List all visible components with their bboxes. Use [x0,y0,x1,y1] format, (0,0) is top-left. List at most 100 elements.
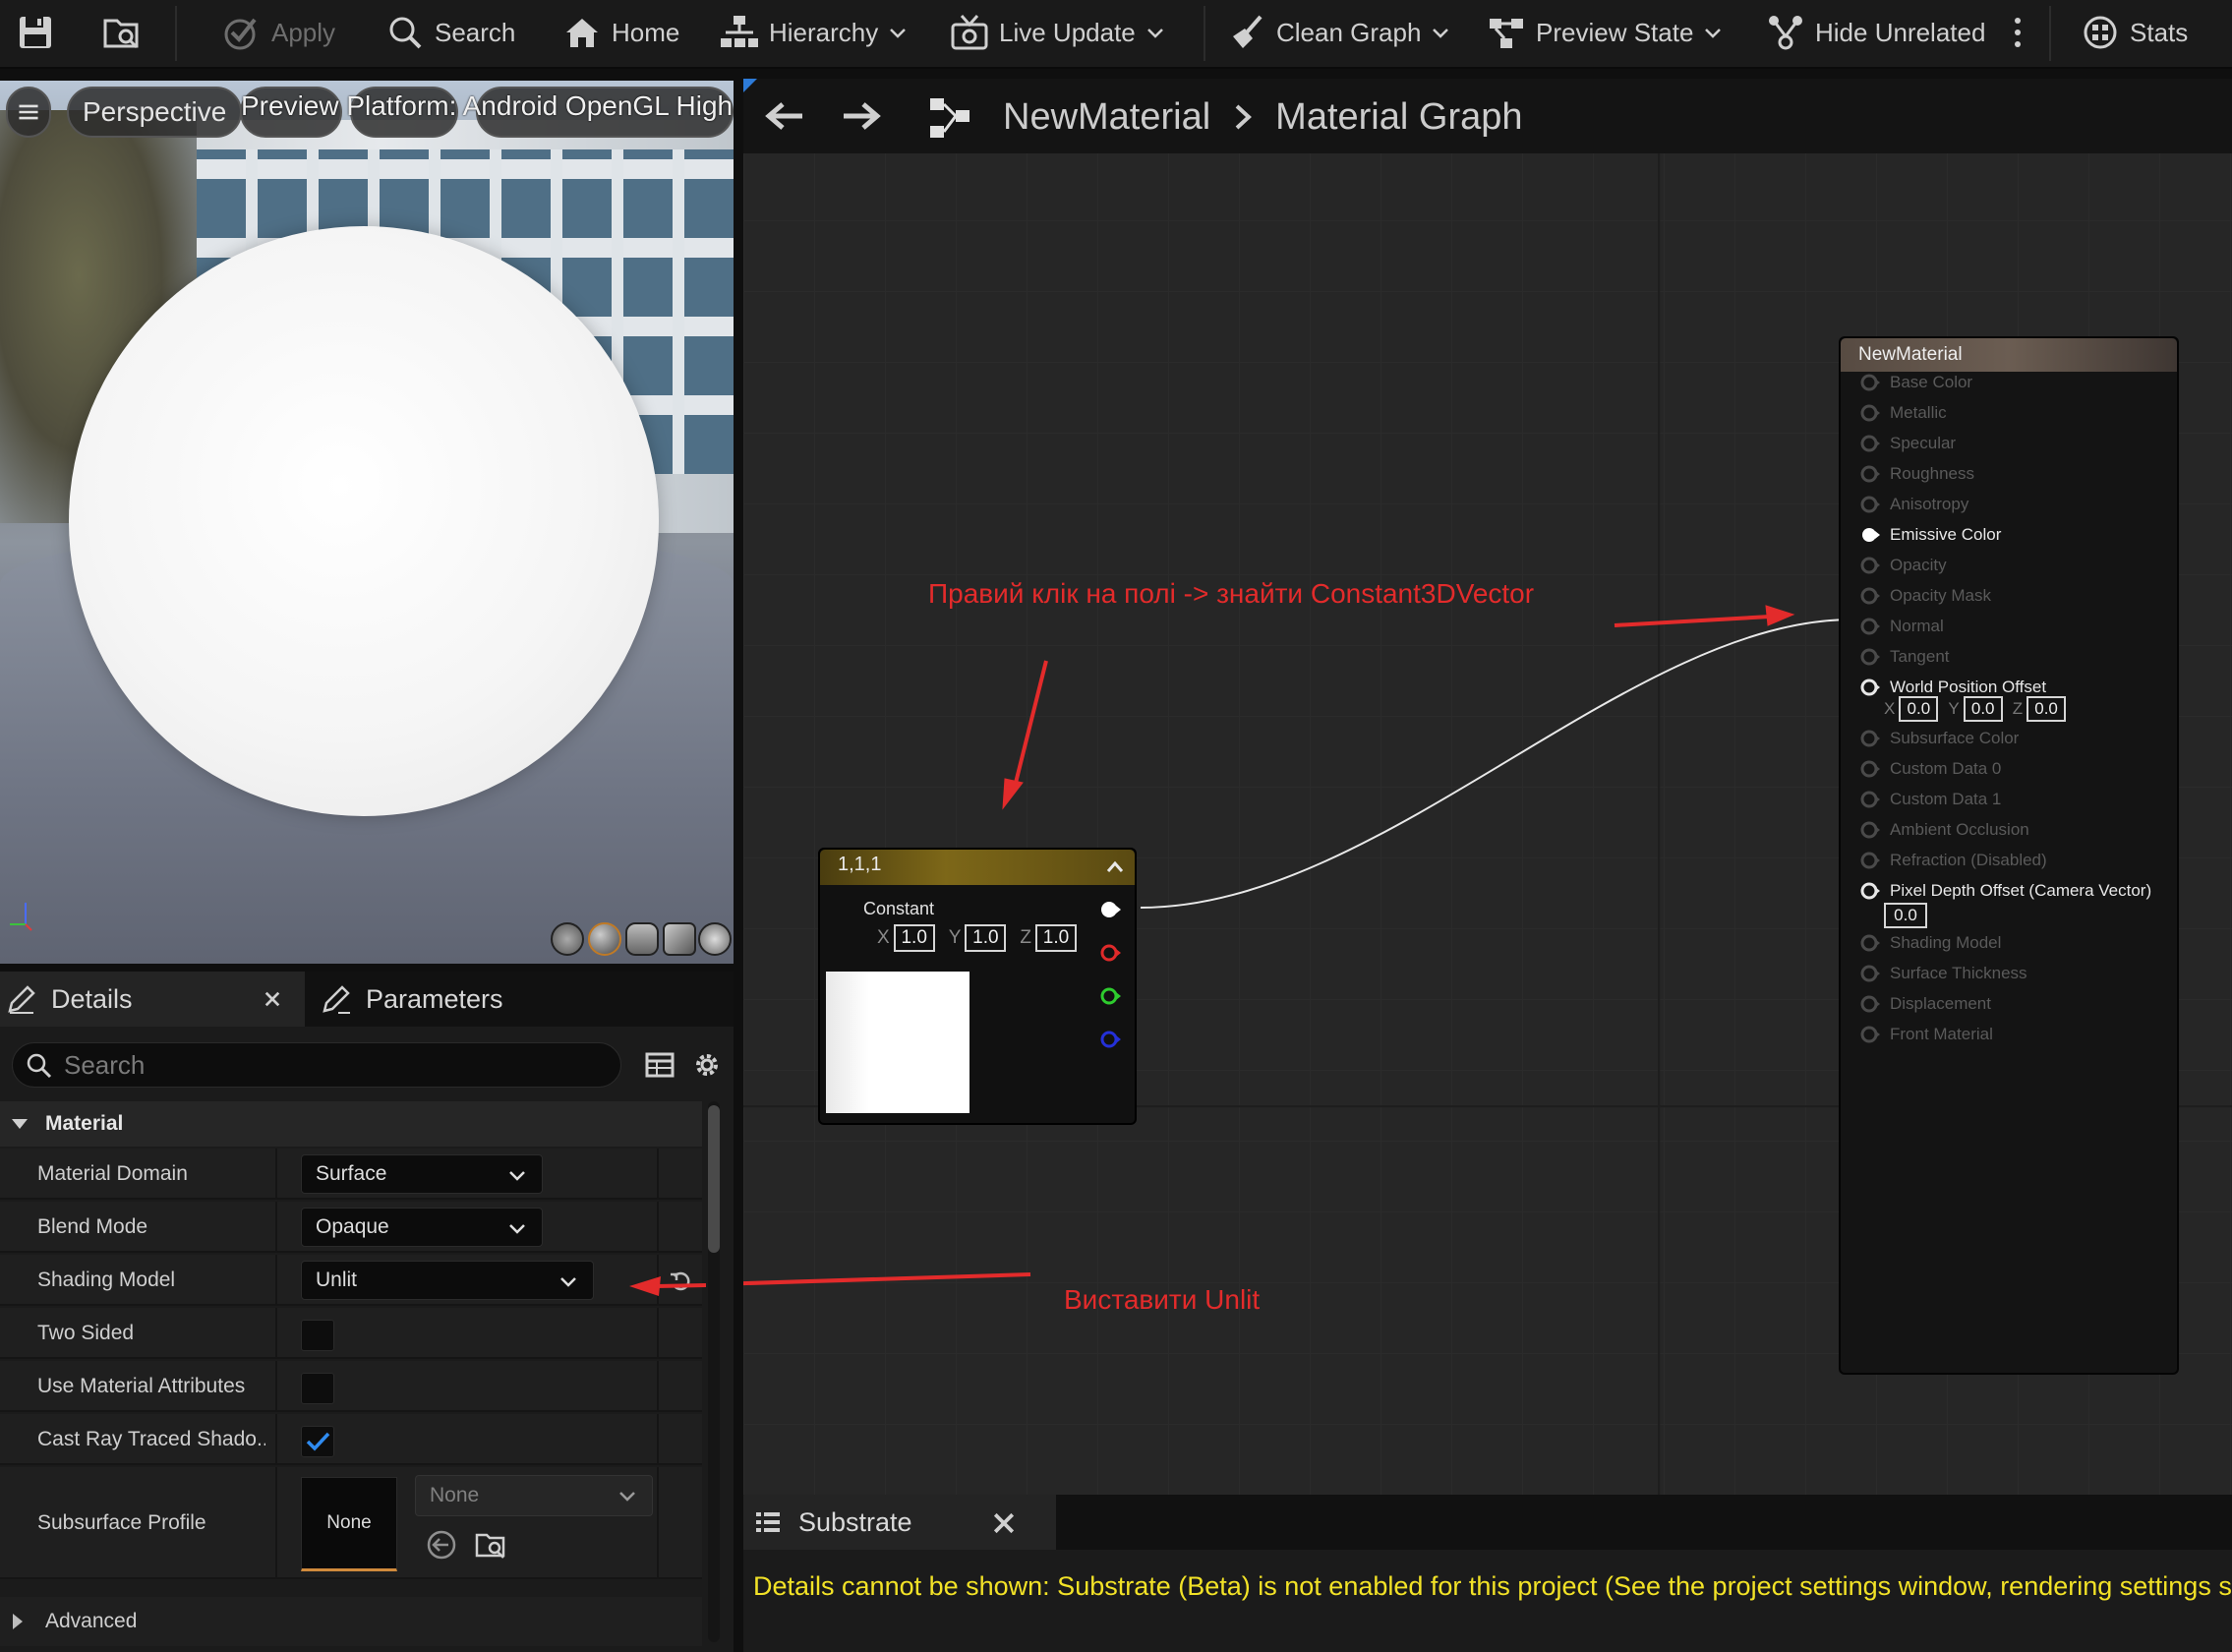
constant-x-input[interactable]: 1.0 [893,924,935,952]
toolbar-separator [175,6,177,61]
settings-gear-icon[interactable] [690,1048,724,1082]
cast-ray-traced-shadows-checkbox[interactable] [301,1426,334,1457]
result-pin[interactable]: Subsurface Color [1858,724,2019,753]
preview-viewport[interactable]: Perspective Preview Platform: Android Op… [0,81,734,964]
output-pin-rgb[interactable] [1099,899,1121,920]
axis-y-label: Y [948,927,962,948]
wpo-z-input[interactable]: 0.0 [2026,696,2067,722]
live-update-button[interactable]: Live Update [950,0,1165,65]
subsurface-profile-thumbnail[interactable]: None [301,1477,397,1571]
chevron-down-icon [890,29,907,38]
input-pin-icon [1860,557,1880,574]
material-category-header[interactable]: Material [0,1101,702,1147]
preview-platform-text: Preview Platform: Android OpenGL High [241,90,734,121]
preview-cube-button[interactable] [663,922,696,956]
preview-plane-button[interactable] [625,922,659,956]
result-pin[interactable]: Metallic [1858,398,1947,428]
preview-mesh-button[interactable] [698,922,732,956]
tab-details[interactable]: Details [0,972,305,1027]
use-selected-asset-icon[interactable] [425,1528,458,1562]
result-pin[interactable]: Opacity Mask [1858,581,1991,611]
result-pin[interactable]: Roughness [1858,459,1974,489]
table-view-icon[interactable] [643,1048,676,1082]
preview-sphere-button[interactable] [588,922,621,956]
save-button[interactable] [16,0,65,65]
substrate-tabbar: Substrate [743,1495,2232,1550]
clean-graph-button[interactable]: Clean Graph [1227,0,1450,65]
triangle-down-icon [12,1119,28,1129]
tab-substrate-label: Substrate [798,1506,912,1537]
checkmark-icon [306,1432,330,1451]
home-icon [566,19,598,47]
result-pin[interactable]: Anisotropy [1858,490,1968,519]
toolbar-separator [1204,6,1205,61]
result-pin[interactable]: Custom Data 0 [1858,754,2001,784]
close-icon[interactable] [989,1508,1019,1538]
browse-button[interactable] [102,0,151,65]
search-icon [27,1053,52,1079]
result-pin[interactable]: Tangent [1858,642,1950,672]
shading-model-dropdown[interactable]: Unlit [301,1261,594,1300]
output-pin-r[interactable] [1099,942,1121,964]
advanced-section-header[interactable]: Advanced [0,1597,702,1646]
result-pin[interactable]: Emissive Color [1858,520,2001,550]
hide-unrelated-button[interactable]: Hide Unrelated [1766,0,1985,65]
perspective-button[interactable]: Perspective [67,87,243,138]
details-scrollbar[interactable] [708,1101,720,1642]
pixel-depth-offset-field: 0.0 [1880,903,1937,928]
result-pin[interactable]: Specular [1858,429,1956,458]
subsurface-profile-dropdown[interactable]: None [415,1475,653,1516]
pdo-input[interactable]: 0.0 [1884,903,1927,928]
output-pin-g[interactable] [1099,985,1121,1007]
apply-button[interactable]: Apply [222,0,335,65]
tab-substrate[interactable]: Substrate [743,1495,1056,1550]
result-pin[interactable]: Displacement [1858,989,1991,1019]
blend-mode-dropdown[interactable]: Opaque [301,1208,543,1247]
close-icon[interactable] [264,990,281,1008]
preview-state-button[interactable]: Preview State [1487,0,1723,65]
result-pin[interactable]: Shading Model [1858,928,2001,958]
wpo-x-input[interactable]: 0.0 [1899,696,1939,722]
property-row-material-domain: Material Domain Surface [0,1149,702,1200]
node-header[interactable]: NewMaterial [1841,338,2177,372]
axis-label: Z [2012,699,2024,718]
result-pin[interactable]: Normal [1858,612,1944,641]
material-result-node[interactable]: NewMaterial Base Color Metallic Specular Ro… [1839,336,2179,1375]
result-pin[interactable]: Front Material [1858,1020,1993,1049]
constant-y-input[interactable]: 1.0 [965,924,1007,952]
two-sided-checkbox[interactable] [301,1320,334,1351]
constant-z-input[interactable]: 1.0 [1034,924,1077,952]
result-pin-label: Surface Thickness [1890,964,2027,982]
result-pin[interactable]: Refraction (Disabled) [1858,846,2047,875]
input-pin-icon [1860,791,1880,808]
result-pin[interactable]: Ambient Occlusion [1858,815,2029,845]
viewport-menu-button[interactable] [6,87,51,138]
search-button[interactable]: Search [385,0,515,65]
result-pin[interactable]: Custom Data 1 [1858,785,2001,814]
result-pin[interactable]: Opacity [1858,551,1947,580]
tab-parameters[interactable]: Parameters [321,972,503,1027]
result-pin[interactable]: Pixel Depth Offset (Camera Vector) [1858,876,2151,906]
browse-asset-icon[interactable] [474,1528,507,1562]
result-pin[interactable]: Surface Thickness [1858,959,2027,988]
home-button[interactable]: Home [562,0,679,65]
stats-button[interactable]: Stats [2081,0,2188,65]
use-material-attributes-checkbox[interactable] [301,1373,334,1404]
details-panel: Details Parameters Search Material Mater… [0,972,734,1652]
node-header[interactable]: 1,1,1 [820,850,1135,885]
main-toolbar: Apply Search Home Hierarchy Live Update … [0,0,2232,69]
preview-cylinder-button[interactable] [551,922,584,956]
scrollbar-thumb[interactable] [708,1105,720,1253]
hierarchy-button[interactable]: Hierarchy [720,0,908,65]
result-pin-label: Shading Model [1890,933,2002,952]
wpo-y-input[interactable]: 0.0 [1963,696,2003,722]
material-domain-dropdown[interactable]: Surface [301,1154,543,1194]
output-pin-b[interactable] [1099,1029,1121,1050]
details-search-input[interactable]: Search [12,1042,621,1088]
result-pin[interactable]: Base Color [1858,368,1972,397]
collapse-chevron-icon[interactable] [1105,857,1125,877]
more-options-button[interactable] [2012,0,2033,65]
constant-3-vector-node[interactable]: 1,1,1 Constant X 1.0 Y 1.0 Z 1.0 [818,848,1137,1125]
substrate-warning-message: Details cannot be shown: Substrate (Beta… [753,1571,2232,1601]
input-pin-icon [1860,965,1880,982]
